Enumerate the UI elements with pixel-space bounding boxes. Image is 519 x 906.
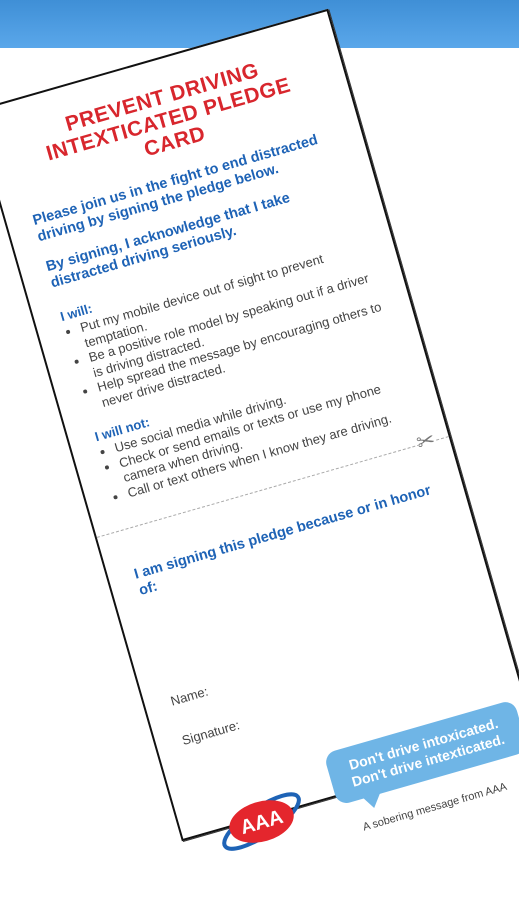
scissors-icon: ✂ (413, 426, 439, 456)
pledge-card: PREVENT DRIVING INTEXTICATED PLEDGE CARD… (0, 8, 519, 851)
aaa-logo: AAA (222, 792, 301, 851)
honor-text: I am signing this pledge because or in h… (132, 482, 433, 600)
